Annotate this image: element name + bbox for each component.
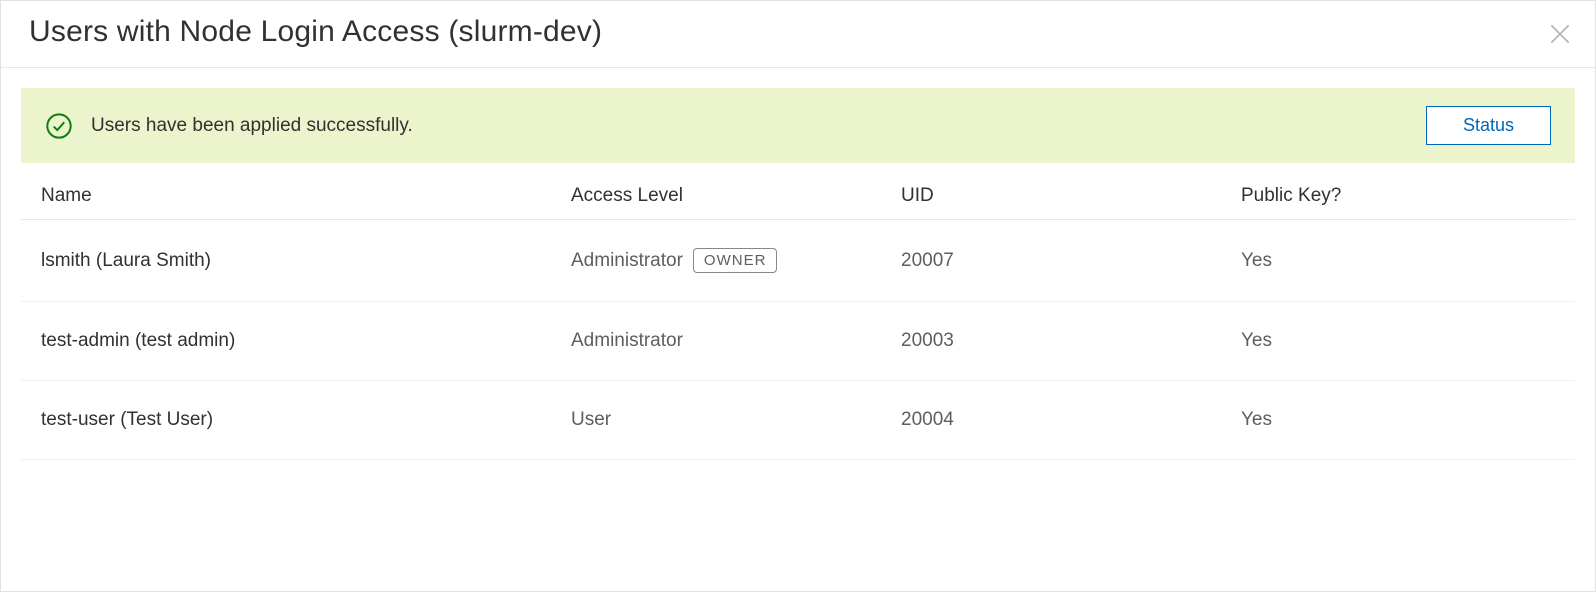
banner-message: Users have been applied successfully. [91,115,413,137]
table-row: test-admin (test admin) Administrator 20… [21,302,1575,381]
check-circle-icon [45,112,73,140]
success-banner: Users have been applied successfully. St… [21,88,1575,163]
cell-name: test-admin (test admin) [41,330,571,352]
cell-uid: 20004 [901,409,1241,431]
header-uid: UID [901,185,1241,207]
status-button[interactable]: Status [1426,106,1551,145]
header-name: Name [41,185,571,207]
users-dialog: Users with Node Login Access (slurm-dev)… [0,0,1596,592]
cell-uid: 20003 [901,330,1241,352]
access-level-text: Administrator [571,330,683,352]
cell-uid: 20007 [901,250,1241,272]
cell-public-key: Yes [1241,409,1555,431]
header-access-level: Access Level [571,185,901,207]
access-level-text: User [571,409,611,431]
users-table: Name Access Level UID Public Key? lsmith… [21,173,1575,460]
table-row: test-user (Test User) User 20004 Yes [21,381,1575,460]
cell-name: test-user (Test User) [41,409,571,431]
dialog-title: Users with Node Login Access (slurm-dev) [29,15,602,49]
cell-access-level: User [571,409,901,431]
dialog-header: Users with Node Login Access (slurm-dev) [1,1,1595,68]
table-row: lsmith (Laura Smith) Administrator OWNER… [21,220,1575,302]
cell-public-key: Yes [1241,250,1555,272]
access-level-text: Administrator [571,250,683,272]
close-icon [1547,21,1573,47]
cell-public-key: Yes [1241,330,1555,352]
cell-access-level: Administrator OWNER [571,248,901,273]
dialog-content: Users have been applied successfully. St… [1,68,1595,460]
header-public-key: Public Key? [1241,185,1555,207]
table-header-row: Name Access Level UID Public Key? [21,173,1575,220]
cell-name: lsmith (Laura Smith) [41,250,571,272]
banner-left: Users have been applied successfully. [45,112,413,140]
close-button[interactable] [1543,17,1577,51]
owner-badge: OWNER [693,248,778,273]
cell-access-level: Administrator [571,330,901,352]
